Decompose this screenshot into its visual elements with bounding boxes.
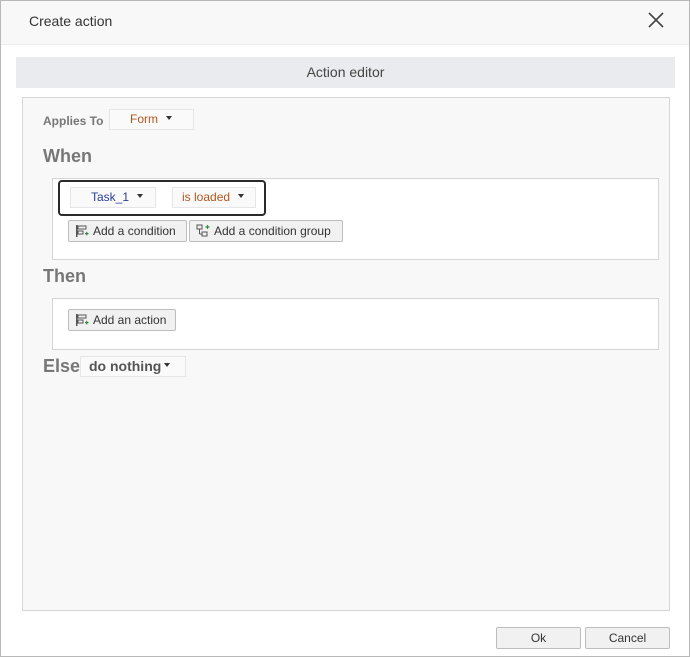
add-condition-group-icon	[196, 224, 210, 237]
add-condition-group-button[interactable]: Add a condition group	[189, 220, 343, 242]
condition-target-dropdown[interactable]: Task_1	[70, 187, 156, 208]
caret-down-icon	[137, 193, 144, 198]
close-button[interactable]	[644, 8, 668, 32]
dialog-title: Create action	[29, 13, 113, 29]
else-action-dropdown[interactable]: do nothing	[80, 356, 186, 377]
add-action-button[interactable]: Add an action	[68, 309, 176, 331]
caret-down-icon	[166, 115, 172, 120]
add-action-label: Add an action	[93, 313, 167, 327]
dialog-header: Create action	[1, 1, 689, 45]
condition-target-value: Task_1	[91, 190, 130, 204]
close-icon	[648, 12, 664, 28]
applies-to-value: Form	[130, 112, 158, 126]
add-condition-icon	[76, 225, 89, 237]
caret-down-icon	[164, 363, 171, 368]
action-editor-header: Action editor	[16, 57, 675, 88]
then-section-title: Then	[43, 266, 86, 286]
condition-event-dropdown[interactable]: is loaded	[172, 187, 256, 208]
cancel-button[interactable]: Cancel	[585, 627, 670, 649]
create-action-dialog: Create action Action editor Applies To F…	[0, 0, 690, 657]
add-condition-button[interactable]: Add a condition	[68, 220, 187, 242]
condition-event-value: is loaded	[182, 190, 231, 204]
add-action-icon	[76, 314, 89, 326]
else-action-value: do nothing	[89, 358, 162, 374]
else-section-title: Else	[43, 356, 81, 376]
when-conditions-box: Task_1 is loaded Add a condition Add a c…	[52, 178, 659, 260]
applies-to-label: Applies To	[43, 114, 104, 128]
caret-down-icon	[238, 193, 245, 198]
then-actions-box: Add an action	[52, 298, 659, 350]
action-editor-panel: Applies To Form When Task_1 is loaded Ad…	[22, 97, 670, 611]
when-section-title: When	[43, 146, 92, 166]
add-condition-label: Add a condition	[93, 224, 176, 238]
applies-to-dropdown[interactable]: Form	[109, 109, 194, 130]
ok-button[interactable]: Ok	[496, 627, 581, 649]
add-condition-group-label: Add a condition group	[214, 224, 331, 238]
